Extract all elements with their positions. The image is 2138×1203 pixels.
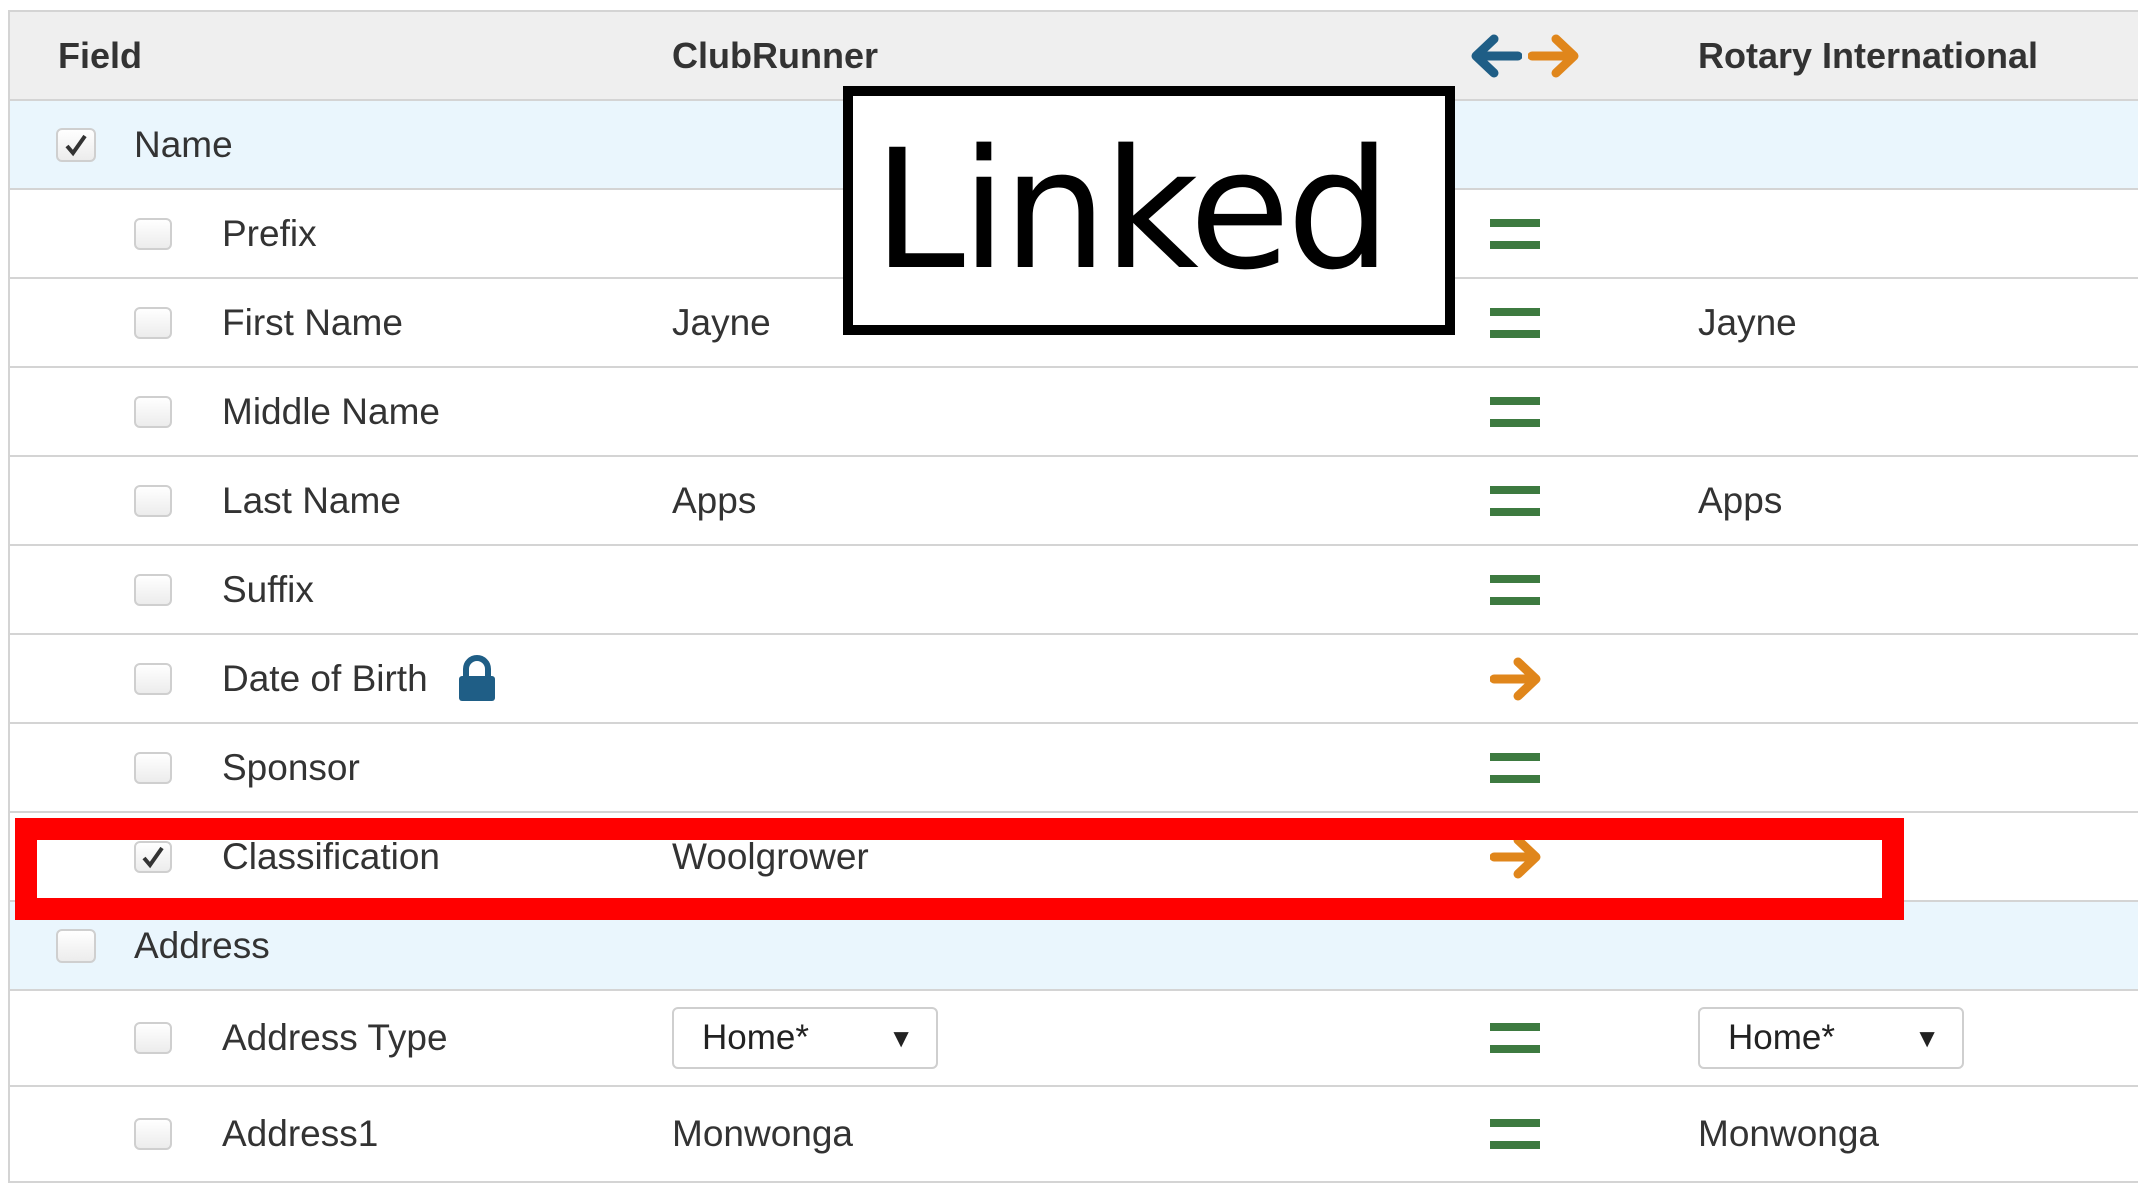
equal-icon (1490, 1023, 1540, 1053)
equal-icon (1490, 218, 1540, 249)
sync-status (1490, 724, 1540, 811)
field-label: Prefix (222, 212, 317, 254)
field-label: Date of Birth (222, 657, 428, 699)
row-checkbox[interactable] (134, 306, 172, 339)
field-label: Suffix (222, 568, 314, 610)
sync-status (1490, 190, 1540, 277)
arrow-right-icon[interactable] (1528, 31, 1582, 81)
row-checkbox[interactable] (134, 217, 172, 250)
row-checkbox[interactable] (134, 662, 172, 695)
sync-status (1490, 1087, 1540, 1181)
sync-status (1490, 279, 1540, 366)
row-checkbox[interactable] (134, 751, 172, 784)
table-row-classification: Classification Woolgrower (10, 813, 2138, 902)
table-row: Address Type Home* ▼ Home* ▼ (10, 991, 2138, 1087)
sync-status (1490, 635, 1544, 722)
table-row: Last Name Apps Apps (10, 457, 2138, 546)
dropdown-caret-icon: ▼ (1914, 1022, 1940, 1053)
sync-status (1490, 813, 1544, 900)
table-row: Date of Birth (10, 635, 2138, 724)
field-column-header: Field (58, 34, 143, 76)
equal-icon (1490, 1119, 1540, 1149)
table-row: Sponsor (10, 724, 2138, 813)
field-label: Middle Name (222, 390, 440, 432)
select-value: Home* (1728, 1018, 1835, 1057)
sync-status (1490, 457, 1540, 544)
equal-icon (1490, 485, 1540, 516)
checkmark-icon (65, 134, 87, 156)
field-label: First Name (222, 301, 403, 343)
table-row: Address1 Monwonga Monwonga (10, 1087, 2138, 1183)
lock-icon (458, 654, 495, 701)
dropdown-caret-icon: ▼ (888, 1022, 914, 1053)
field-label-wrap: Date of Birth (222, 635, 498, 722)
sync-status (1490, 368, 1540, 455)
row-checkbox[interactable] (134, 1022, 172, 1054)
rotary-column-header: Rotary International (1698, 34, 2039, 76)
clubrunner-value: Apps (672, 479, 757, 521)
section-label: Address (134, 924, 270, 966)
arrow-right-icon (1490, 657, 1541, 700)
sync-status (1490, 546, 1540, 633)
rotary-value: Apps (1698, 479, 1783, 521)
table-row: Middle Name (10, 368, 2138, 457)
field-label: Last Name (222, 479, 401, 521)
sync-status (1490, 991, 1540, 1085)
field-label: Sponsor (222, 746, 360, 788)
arrow-left-icon[interactable] (1468, 31, 1522, 81)
row-checkbox[interactable] (134, 395, 172, 428)
rotary-address-type-select[interactable]: Home* ▼ (1698, 1007, 1964, 1069)
section-label: Name (134, 123, 233, 165)
field-label: Address1 (222, 1113, 379, 1154)
rotary-value: Jayne (1698, 301, 1797, 343)
table-row: Suffix (10, 546, 2138, 635)
select-value: Home* (702, 1018, 809, 1057)
clubrunner-value: Woolgrower (672, 835, 869, 877)
row-checkbox[interactable] (134, 573, 172, 606)
equal-icon (1490, 396, 1540, 427)
field-label: Classification (222, 835, 440, 877)
clubrunner-value: Monwonga (672, 1113, 854, 1154)
rotary-value: Monwonga (1698, 1113, 1880, 1154)
section-checkbox-address[interactable] (56, 928, 96, 963)
linked-annotation-callout: Linked (843, 86, 1455, 335)
arrow-right-icon (1490, 835, 1541, 878)
section-row-address: Address (10, 902, 2138, 991)
clubrunner-address-type-select[interactable]: Home* ▼ (672, 1007, 938, 1069)
equal-icon (1490, 574, 1540, 605)
sync-direction-header (1468, 12, 1582, 99)
row-checkbox[interactable] (134, 840, 172, 873)
section-checkbox-name[interactable] (56, 127, 96, 162)
equal-icon (1490, 307, 1540, 338)
field-label: Address Type (222, 1017, 448, 1058)
row-checkbox[interactable] (134, 1118, 172, 1150)
equal-icon (1490, 752, 1540, 783)
checkmark-icon (142, 846, 164, 868)
clubrunner-value: Jayne (672, 301, 771, 343)
row-checkbox[interactable] (134, 484, 172, 517)
